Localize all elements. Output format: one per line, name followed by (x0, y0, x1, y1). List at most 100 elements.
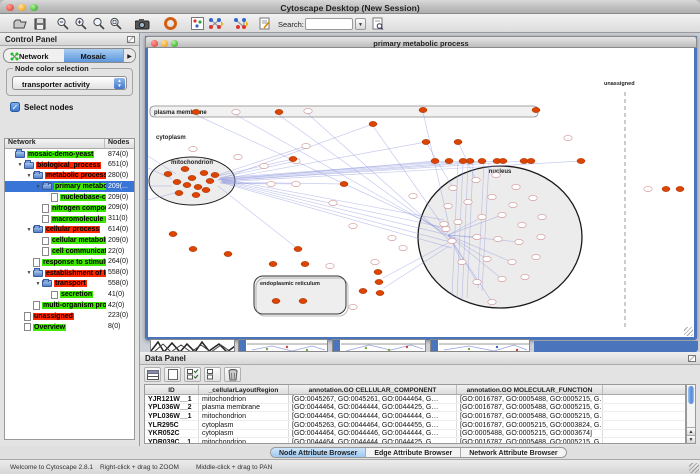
layout-2-icon[interactable] (233, 16, 249, 31)
delete-attribute-icon[interactable] (224, 367, 241, 382)
expand-arrow-icon[interactable]: ▼ (34, 184, 42, 190)
network-node[interactable] (349, 223, 357, 228)
network-node-selected-color[interactable] (445, 158, 453, 163)
network-node[interactable] (232, 109, 240, 114)
column-header[interactable]: _cellularLayoutRegion (199, 385, 289, 394)
tree-col-nodes[interactable]: Nodes (105, 139, 134, 148)
tab-mosaic[interactable]: Mosaic (64, 49, 124, 62)
network-node-selected-color[interactable] (527, 158, 535, 163)
network-node-selected-color[interactable] (181, 166, 189, 171)
expand-arrow-icon[interactable]: ▼ (25, 270, 33, 276)
table-row[interactable]: YLR295Ccytoplasm[GO:0045263, GO:0044464,… (145, 421, 685, 430)
background-window[interactable] (332, 339, 426, 352)
network-node[interactable] (329, 200, 337, 205)
select-nodes-checkbox[interactable]: ✓ (10, 102, 20, 112)
network-node[interactable] (532, 254, 540, 259)
network-node[interactable] (399, 245, 407, 250)
tree-row[interactable]: mosaic-demo-yeast874(0) (5, 149, 134, 160)
tree-row[interactable]: response to stimulus264(0) (5, 257, 134, 268)
window-resize-grip[interactable] (689, 463, 699, 473)
tab-network-attribute-browser[interactable]: Network Attribute Browser (461, 448, 565, 457)
network-frame[interactable]: primary metabolic process plasma membran… (145, 36, 697, 340)
tree-row[interactable]: Overview8(0) (5, 322, 134, 333)
zoom-selected-icon[interactable] (107, 16, 123, 31)
background-window[interactable] (534, 341, 698, 352)
network-node-selected-color[interactable] (374, 269, 382, 274)
network-node-selected-color[interactable] (359, 288, 367, 293)
tree-row[interactable]: ▼transport558(0) (5, 279, 134, 290)
background-window[interactable] (430, 339, 530, 352)
network-node[interactable] (458, 259, 466, 264)
table-row[interactable]: YDR039C__1mitochondrion[GO:0044464, GO:0… (145, 438, 685, 444)
column-header[interactable]: annotation.GO MOLECULAR_FUNCTION (457, 385, 603, 394)
network-node-selected-color[interactable] (224, 251, 232, 256)
network-node-selected-color[interactable] (188, 175, 196, 180)
network-node-selected-color[interactable] (175, 190, 183, 195)
zoom-in-icon[interactable] (72, 16, 88, 31)
frame-close-icon[interactable] (151, 40, 158, 47)
tree-row[interactable]: ▼metabolic process280(0) (5, 171, 134, 182)
network-node[interactable] (267, 181, 275, 186)
network-node-selected-color[interactable] (294, 246, 302, 251)
background-window[interactable] (238, 339, 328, 352)
network-node-selected-color[interactable] (269, 261, 277, 266)
network-node[interactable] (260, 163, 268, 168)
tab-node-attribute-browser[interactable]: Node Attribute Browser (271, 448, 366, 457)
scrollbar-thumb[interactable] (688, 386, 694, 404)
network-node-selected-color[interactable] (194, 184, 202, 189)
network-node[interactable] (498, 212, 506, 217)
tree-row[interactable]: cellular metabolic pro209(0) (5, 235, 134, 246)
network-node[interactable] (448, 238, 456, 243)
network-node[interactable] (512, 184, 520, 189)
expand-arrow-icon[interactable]: ▼ (25, 227, 33, 233)
network-node-selected-color[interactable] (183, 182, 191, 187)
tree-row[interactable]: cell communication22(0) (5, 246, 134, 257)
save-icon[interactable] (32, 16, 48, 31)
network-node[interactable] (304, 108, 312, 113)
network-node[interactable] (478, 214, 486, 219)
node-color-dropdown[interactable]: transporter activity ▲▼ (12, 76, 127, 90)
network-node-selected-color[interactable] (419, 107, 427, 112)
float-panel-icon[interactable] (688, 355, 696, 362)
network-canvas[interactable]: plasma membrane cytoplasm mitochondrion … (148, 48, 694, 337)
float-panel-icon[interactable] (127, 36, 135, 43)
network-node-selected-color[interactable] (369, 121, 377, 126)
advanced-search-icon[interactable] (370, 16, 386, 31)
network-node[interactable] (371, 259, 379, 264)
network-node-selected-color[interactable] (164, 171, 172, 176)
network-node[interactable] (529, 195, 537, 200)
network-node-selected-color[interactable] (275, 109, 283, 114)
table-row[interactable]: YJR121W__1mitochondrion[GO:0045267, GO:0… (145, 395, 685, 404)
network-node-selected-color[interactable] (454, 139, 462, 144)
tree-row[interactable]: macromolecule metab311(0) (5, 214, 134, 225)
help-ring-icon[interactable] (162, 16, 178, 31)
network-node[interactable] (494, 236, 502, 241)
network-node[interactable] (537, 234, 545, 239)
scroll-up-icon[interactable]: ▲ (687, 427, 695, 435)
network-node[interactable] (388, 235, 396, 240)
network-node[interactable] (189, 146, 197, 151)
table-row[interactable]: YPL036W__1mitochondrion[GO:0044464, GO:0… (145, 412, 685, 421)
network-node-selected-color[interactable] (499, 158, 507, 163)
network-frame-titlebar[interactable]: primary metabolic process (145, 36, 697, 48)
network-node[interactable] (302, 143, 310, 148)
network-node-selected-color[interactable] (431, 158, 439, 163)
tab-network[interactable]: Network (4, 49, 64, 62)
select-attributes-icon[interactable] (184, 367, 201, 382)
network-node-selected-color[interactable] (478, 158, 486, 163)
network-node[interactable] (454, 219, 462, 224)
annotation-icon[interactable] (257, 16, 273, 31)
network-node[interactable] (326, 263, 334, 268)
network-node[interactable] (234, 154, 242, 159)
network-node[interactable] (472, 177, 480, 182)
tree-row[interactable]: ▼establishment of locali558(0) (5, 268, 134, 279)
open-folder-icon[interactable] (12, 16, 28, 31)
zoom-fit-icon[interactable] (90, 16, 106, 31)
frame-minimize-icon[interactable] (161, 40, 168, 47)
network-node[interactable] (444, 203, 452, 208)
tree-row[interactable]: ▼biological_process651(0) (5, 160, 134, 171)
tree-row[interactable]: unassigned223(0) (5, 311, 134, 322)
new-attribute-icon[interactable] (164, 367, 181, 382)
frame-resize-grip[interactable] (684, 327, 693, 336)
network-node[interactable] (409, 193, 417, 198)
